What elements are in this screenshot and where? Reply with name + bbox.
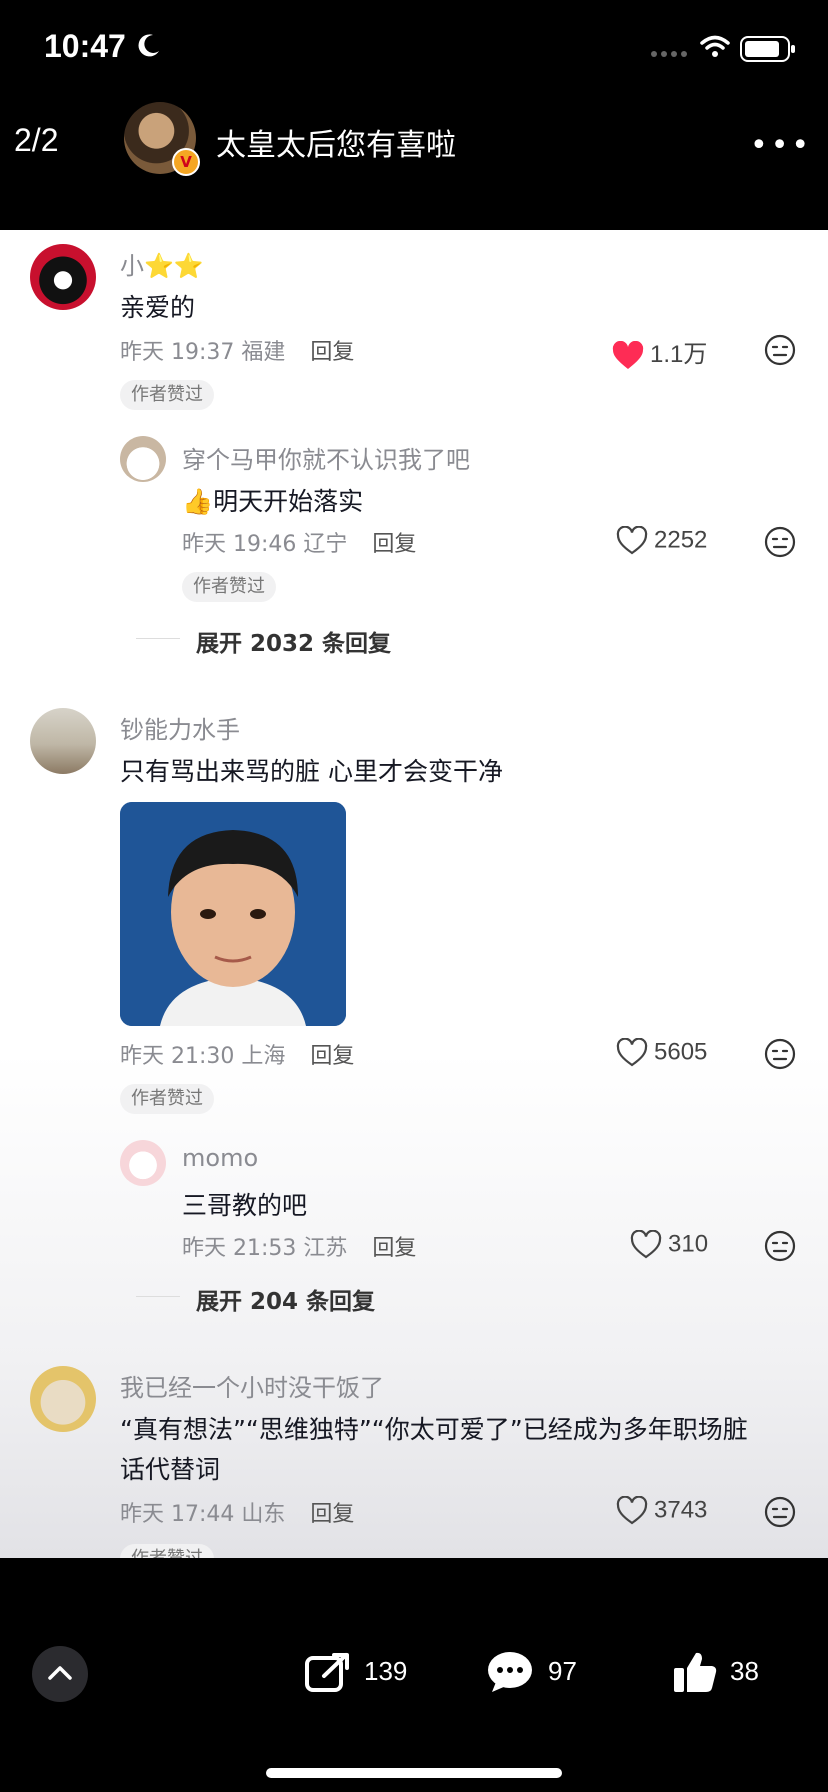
- like-button[interactable]: 2252: [616, 525, 708, 556]
- face-icon[interactable]: [764, 334, 796, 366]
- reply-time: 昨天 21:53: [182, 1236, 297, 1261]
- comment-image[interactable]: [120, 802, 346, 1026]
- reply-time: 昨天 19:46: [182, 532, 297, 557]
- face-icon[interactable]: [764, 526, 796, 558]
- more-icon[interactable]: •••: [750, 128, 812, 163]
- like-count: 1.1万: [650, 341, 708, 368]
- comment-time: 昨天 17:44: [120, 1502, 235, 1527]
- comment-text-line-1: “真有想法”“思维独特”“你太可爱了”已经成为多年职场脏: [120, 1415, 748, 1444]
- share-icon: [305, 1653, 349, 1692]
- reply-text: 👍明天开始落实: [182, 487, 364, 516]
- heart-icon: [616, 1037, 648, 1067]
- comment-username[interactable]: 我已经一个小时没干饭了: [120, 1368, 384, 1403]
- like-count: 3743: [654, 1496, 708, 1524]
- comment-list[interactable]: 小⭐⭐ 亲爱的 昨天 19:37 福建 回复 1.1万 作者赞过 穿个马甲你就不…: [0, 230, 828, 1558]
- expand-replies-button[interactable]: 展开 204 条回复: [196, 1282, 375, 1316]
- comment-location: 山东: [241, 1502, 286, 1527]
- reply-button[interactable]: 回复: [372, 532, 416, 557]
- reply-button[interactable]: 回复: [310, 340, 354, 365]
- divider: [136, 638, 180, 639]
- like-button[interactable]: 5605: [616, 1037, 708, 1068]
- avatar[interactable]: [120, 1140, 166, 1186]
- share-count: 139: [364, 1656, 408, 1686]
- reply-username[interactable]: momo: [182, 1144, 258, 1172]
- author-liked-tag: 作者赞过: [182, 572, 276, 602]
- heart-icon: [616, 1495, 648, 1525]
- reply-button[interactable]: 回复: [310, 1044, 354, 1069]
- face-icon[interactable]: [764, 1496, 796, 1528]
- like-video-button[interactable]: 38: [672, 1650, 772, 1696]
- reply-location: 辽宁: [303, 532, 348, 557]
- reply-text: 三哥教的吧: [182, 1191, 308, 1220]
- comment-count: 97: [548, 1656, 577, 1686]
- avatar[interactable]: [120, 436, 166, 482]
- like-count: 5605: [654, 1038, 708, 1066]
- home-indicator[interactable]: [266, 1768, 562, 1778]
- comment-time: 昨天 21:30: [120, 1044, 235, 1069]
- like-count-video: 38: [730, 1656, 759, 1686]
- comment-location: 福建: [241, 340, 286, 365]
- moon-icon: [138, 34, 159, 57]
- thumbs-up-icon: [674, 1652, 717, 1692]
- face-icon[interactable]: [764, 1230, 796, 1262]
- wifi-icon: [700, 35, 730, 57]
- battery-icon: [740, 36, 795, 62]
- comment-meta: 昨天 21:30 上海 回复: [120, 1038, 354, 1070]
- status-time: 10:47: [44, 28, 126, 64]
- comment-meta: 昨天 19:37 福建 回复: [120, 334, 354, 366]
- share-button[interactable]: 139: [304, 1650, 414, 1696]
- reply-username[interactable]: 穿个马甲你就不认识我了吧: [182, 440, 470, 475]
- heart-icon: [616, 525, 648, 555]
- scroll-up-button[interactable]: [32, 1646, 88, 1702]
- avatar[interactable]: [30, 708, 96, 774]
- like-button[interactable]: 3743: [616, 1495, 708, 1526]
- avatar[interactable]: [30, 244, 96, 310]
- comment-meta: 昨天 17:44 山东 回复: [120, 1496, 354, 1528]
- divider: [136, 1296, 180, 1297]
- heart-icon: [630, 1229, 662, 1259]
- comment-time: 昨天 19:37: [120, 340, 235, 365]
- comment-username[interactable]: 小⭐⭐: [120, 246, 204, 281]
- reply-button[interactable]: 回复: [310, 1502, 354, 1527]
- signal-icon: [651, 51, 687, 57]
- avatar[interactable]: [30, 1366, 96, 1432]
- bottom-action-bar: 139 97 38: [0, 1558, 828, 1792]
- account-name[interactable]: 太皇太后您有喜啦: [216, 120, 456, 164]
- comment-button[interactable]: 97: [486, 1650, 586, 1696]
- page-counter: 2/2: [14, 122, 59, 158]
- verified-badge: V: [172, 148, 200, 176]
- comment-icon: [488, 1652, 532, 1692]
- author-liked-tag: 作者赞过: [120, 1544, 214, 1558]
- reply-button[interactable]: 回复: [372, 1236, 416, 1261]
- like-count: 310: [668, 1230, 709, 1258]
- like-count: 2252: [654, 526, 708, 554]
- reply-location: 江苏: [303, 1236, 348, 1261]
- comment-text: 只有骂出来骂的脏 心里才会变干净: [120, 757, 503, 786]
- comment-username[interactable]: 钞能力水手: [120, 710, 240, 745]
- comment-location: 上海: [241, 1044, 286, 1069]
- author-liked-tag: 作者赞过: [120, 380, 214, 410]
- like-button[interactable]: 310: [630, 1229, 709, 1260]
- portrait-image: [120, 802, 346, 1026]
- chevron-up-icon: [48, 1666, 72, 1680]
- face-icon[interactable]: [764, 1038, 796, 1070]
- comment-text: 亲爱的: [120, 293, 196, 322]
- reply-meta: 昨天 19:46 辽宁 回复: [182, 526, 416, 558]
- status-bar: 10:47: [0, 0, 828, 100]
- author-liked-tag: 作者赞过: [120, 1084, 214, 1114]
- like-button[interactable]: 1.1万: [612, 334, 707, 371]
- heart-icon: [612, 340, 644, 369]
- reply-meta: 昨天 21:53 江苏 回复: [182, 1230, 416, 1262]
- comment-text-line-2: 话代替词: [120, 1455, 221, 1484]
- video-header: 2/2 V 太皇太后您有喜啦 •••: [0, 100, 828, 230]
- expand-replies-button[interactable]: 展开 2032 条回复: [196, 624, 391, 658]
